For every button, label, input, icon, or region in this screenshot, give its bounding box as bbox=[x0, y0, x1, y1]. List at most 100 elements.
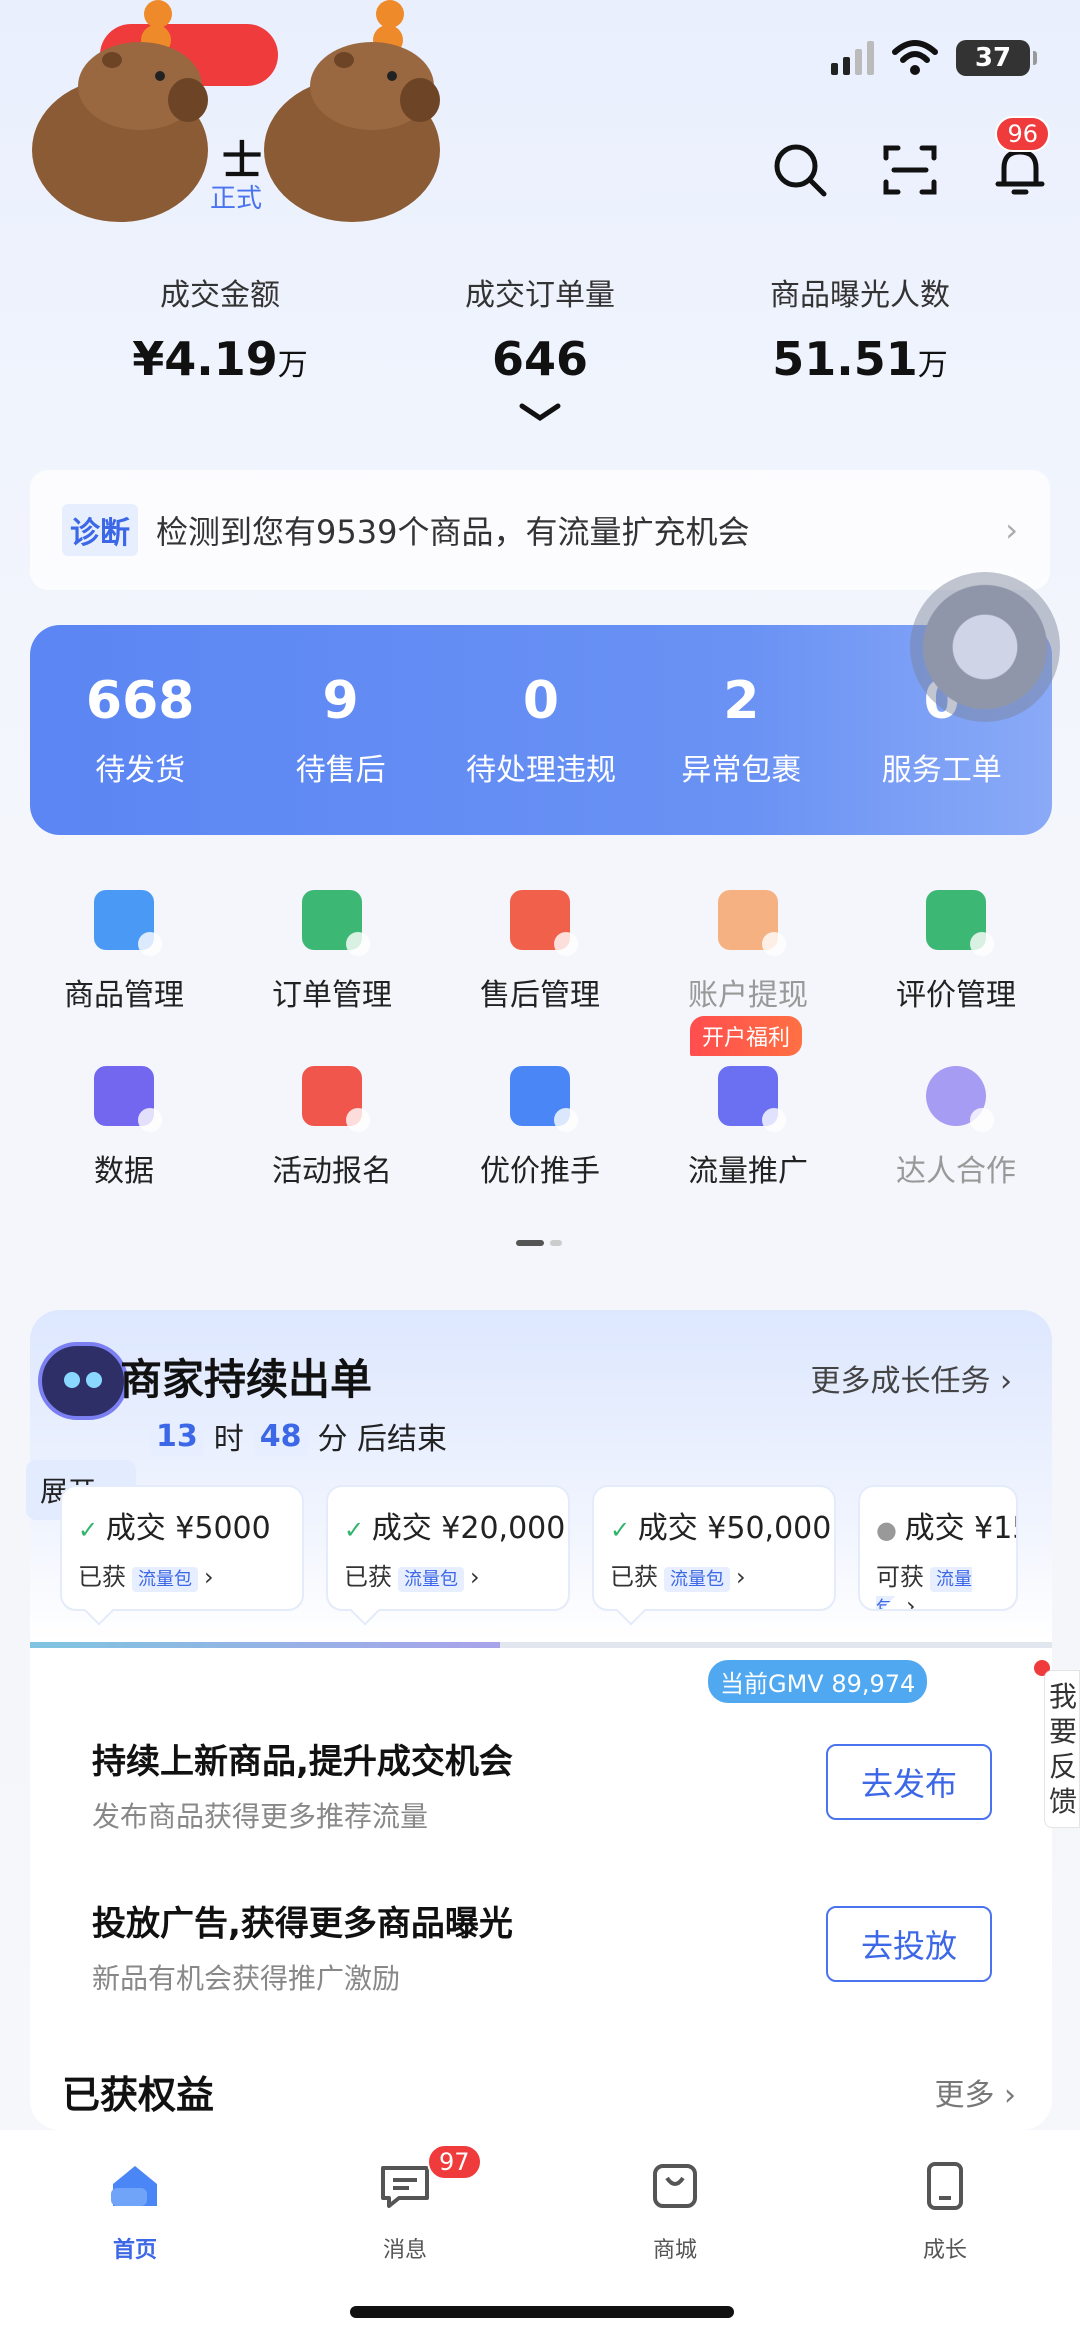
milestone-card[interactable]: ● 成交 ¥150, 可获流量包› bbox=[858, 1485, 1018, 1611]
home-indicator bbox=[350, 2306, 734, 2318]
promo-badge: 开户福利 bbox=[690, 1016, 803, 1056]
stat-value: 51.51万 bbox=[710, 332, 1010, 386]
traffic-pack-tag: 流量包 bbox=[664, 1567, 730, 1592]
milestone-amount: 成交 ¥150, bbox=[904, 1511, 1016, 1546]
signal-icon bbox=[831, 41, 874, 75]
summary-count: 9 bbox=[322, 671, 359, 731]
stat-unit: 万 bbox=[277, 348, 308, 383]
summary-pending-shipment[interactable]: 668 待发货 bbox=[45, 671, 235, 789]
milestone-amount: 成交 ¥20,000 bbox=[371, 1511, 566, 1546]
milestone-reward: 已获 流量包 › bbox=[78, 1563, 214, 1592]
stat-currency: ¥ bbox=[132, 332, 165, 386]
milestone-card[interactable]: ✓ 成交 ¥5000 已获 流量包 › bbox=[60, 1485, 304, 1611]
grid-label: 售后管理 bbox=[480, 978, 600, 1013]
calendar-icon bbox=[302, 1066, 370, 1132]
grid-item-withdraw[interactable]: 账户提现 bbox=[648, 890, 848, 1014]
grid-item-data[interactable]: 数据 bbox=[24, 1066, 224, 1190]
assistive-touch-button[interactable] bbox=[910, 572, 1060, 722]
traffic-pack-tag: 流量包 bbox=[132, 1567, 198, 1592]
order-icon bbox=[302, 890, 370, 956]
grid-label: 商品管理 bbox=[64, 978, 184, 1013]
stat-label: 商品曝光人数 bbox=[770, 278, 950, 313]
stat-label: 成交订单量 bbox=[465, 278, 615, 313]
grid-pager bbox=[516, 1240, 562, 1246]
sales-stats: 成交金额 ¥4.19万 成交订单量 646 商品曝光人数 51.51万 bbox=[0, 270, 1080, 386]
price-tag-icon bbox=[510, 1066, 578, 1132]
countdown: 13 时 48 分 后结束 bbox=[150, 1414, 447, 1458]
milestone-amount: 成交 ¥50,000 bbox=[637, 1511, 832, 1546]
tab-growth[interactable]: 成长 bbox=[845, 2158, 1045, 2338]
chevron-down-icon[interactable] bbox=[518, 400, 562, 424]
return-icon bbox=[510, 890, 578, 956]
function-grid: 商品管理 订单管理 售后管理 账户提现 评价管理 数据 活动报名 优价推手 开户… bbox=[0, 890, 1080, 1242]
stat-label: 成交金额 bbox=[160, 278, 280, 313]
stat-orders[interactable]: 成交订单量 646 bbox=[390, 270, 690, 386]
scan-button[interactable] bbox=[880, 140, 940, 200]
grid-item-price-promoter[interactable]: 优价推手 bbox=[440, 1066, 640, 1190]
feedback-button[interactable]: 我要反馈 bbox=[1044, 1670, 1080, 1828]
summary-label: 待售后 bbox=[295, 753, 386, 788]
summary-count: 2 bbox=[723, 671, 760, 731]
milestone-card[interactable]: ✓ 成交 ¥50,000 已获 流量包 › bbox=[592, 1485, 836, 1611]
scan-icon bbox=[883, 145, 937, 195]
publish-button[interactable]: 去发布 bbox=[826, 1744, 992, 1820]
more-tasks-label: 更多成长任务 bbox=[810, 1364, 991, 1399]
stat-gmv[interactable]: 成交金额 ¥4.19万 bbox=[70, 270, 370, 386]
advertise-button[interactable]: 去投放 bbox=[826, 1906, 992, 1982]
star-icon bbox=[926, 1066, 994, 1132]
rights-more-link[interactable]: 更多 › bbox=[934, 2070, 1016, 2114]
rights-title: 已获权益 bbox=[62, 2073, 215, 2117]
grid-label: 流量推广 bbox=[688, 1154, 808, 1189]
grid-item-order-management[interactable]: 订单管理 bbox=[232, 890, 432, 1014]
milestone-status: 已获 bbox=[344, 1563, 392, 1591]
status-icons: 37 bbox=[831, 40, 1037, 76]
growth-icon bbox=[927, 2162, 963, 2210]
grid-item-product-management[interactable]: 商品管理 bbox=[24, 890, 224, 1014]
current-gmv-tag: 当前GMV 89,974 bbox=[708, 1660, 928, 1703]
grid-label: 订单管理 bbox=[272, 978, 392, 1013]
countdown-minutes: 48 bbox=[253, 1416, 308, 1456]
milestone-reward: 已获 流量包 › bbox=[610, 1563, 746, 1592]
wallet-icon bbox=[718, 890, 786, 956]
chart-icon bbox=[94, 1066, 162, 1132]
milestone-card[interactable]: ✓ 成交 ¥20,000 已获 流量包 › bbox=[326, 1485, 570, 1611]
summary-after-sales[interactable]: 9 待售后 bbox=[246, 671, 436, 789]
milestone-title: ● 成交 ¥150, bbox=[876, 1503, 1016, 1547]
tab-label: 首页 bbox=[112, 2238, 157, 2263]
home-icon bbox=[111, 2166, 157, 2206]
tab-home[interactable]: 首页 bbox=[35, 2158, 235, 2338]
grid-item-reviews[interactable]: 评价管理 bbox=[856, 890, 1056, 1014]
milestone-title: ✓ 成交 ¥5000 bbox=[78, 1503, 286, 1547]
summary-count: 0 bbox=[522, 671, 560, 731]
grid-label: 数据 bbox=[94, 1154, 154, 1189]
grid-item-traffic-promotion[interactable]: 开户福利 流量推广 bbox=[648, 1016, 848, 1190]
grid-label: 评价管理 bbox=[896, 978, 1016, 1013]
check-icon: ✓ bbox=[344, 1516, 372, 1544]
traffic-pack-tag: 流量包 bbox=[398, 1567, 464, 1592]
milestone-reward: 已获 流量包 › bbox=[344, 1563, 480, 1592]
summary-label: 异常包裹 bbox=[681, 753, 802, 788]
more-tasks-link[interactable]: 更多成长任务 › bbox=[810, 1356, 1012, 1400]
grid-item-influencer[interactable]: 达人合作 bbox=[856, 1066, 1056, 1190]
grid-item-activity-signup[interactable]: 活动报名 bbox=[232, 1066, 432, 1190]
tab-label: 消息 bbox=[382, 2238, 427, 2263]
stat-value: ¥4.19万 bbox=[70, 332, 370, 386]
milestone-title: ✓ 成交 ¥50,000 bbox=[610, 1503, 831, 1547]
robot-assistant-icon[interactable] bbox=[38, 1342, 128, 1420]
grid-item-after-sales[interactable]: 售后管理 bbox=[440, 890, 640, 1014]
summary-violations[interactable]: 0 待处理违规 bbox=[446, 671, 636, 789]
notification-button[interactable]: 96 bbox=[990, 116, 1050, 200]
search-button[interactable] bbox=[770, 140, 830, 200]
milestone-amount: 成交 ¥5000 bbox=[105, 1511, 271, 1546]
stat-exposure[interactable]: 商品曝光人数 51.51万 bbox=[710, 270, 1010, 386]
milestone-status: 已获 bbox=[610, 1563, 658, 1591]
search-icon bbox=[774, 144, 827, 197]
stat-number: 4.19 bbox=[164, 332, 278, 386]
summary-abnormal-parcels[interactable]: 2 异常包裹 bbox=[646, 671, 836, 789]
diagnosis-text: 检测到您有9539个商品，有流量扩充机会 bbox=[156, 513, 750, 551]
diagnosis-banner[interactable]: 诊断 检测到您有9539个商品，有流量扩充机会 › bbox=[30, 470, 1050, 590]
notification-badge: 96 bbox=[995, 116, 1050, 152]
countdown-suffix: 分 后结束 bbox=[317, 1422, 448, 1457]
rocket-icon bbox=[718, 1066, 786, 1132]
stat-number: 51.51 bbox=[772, 332, 918, 386]
